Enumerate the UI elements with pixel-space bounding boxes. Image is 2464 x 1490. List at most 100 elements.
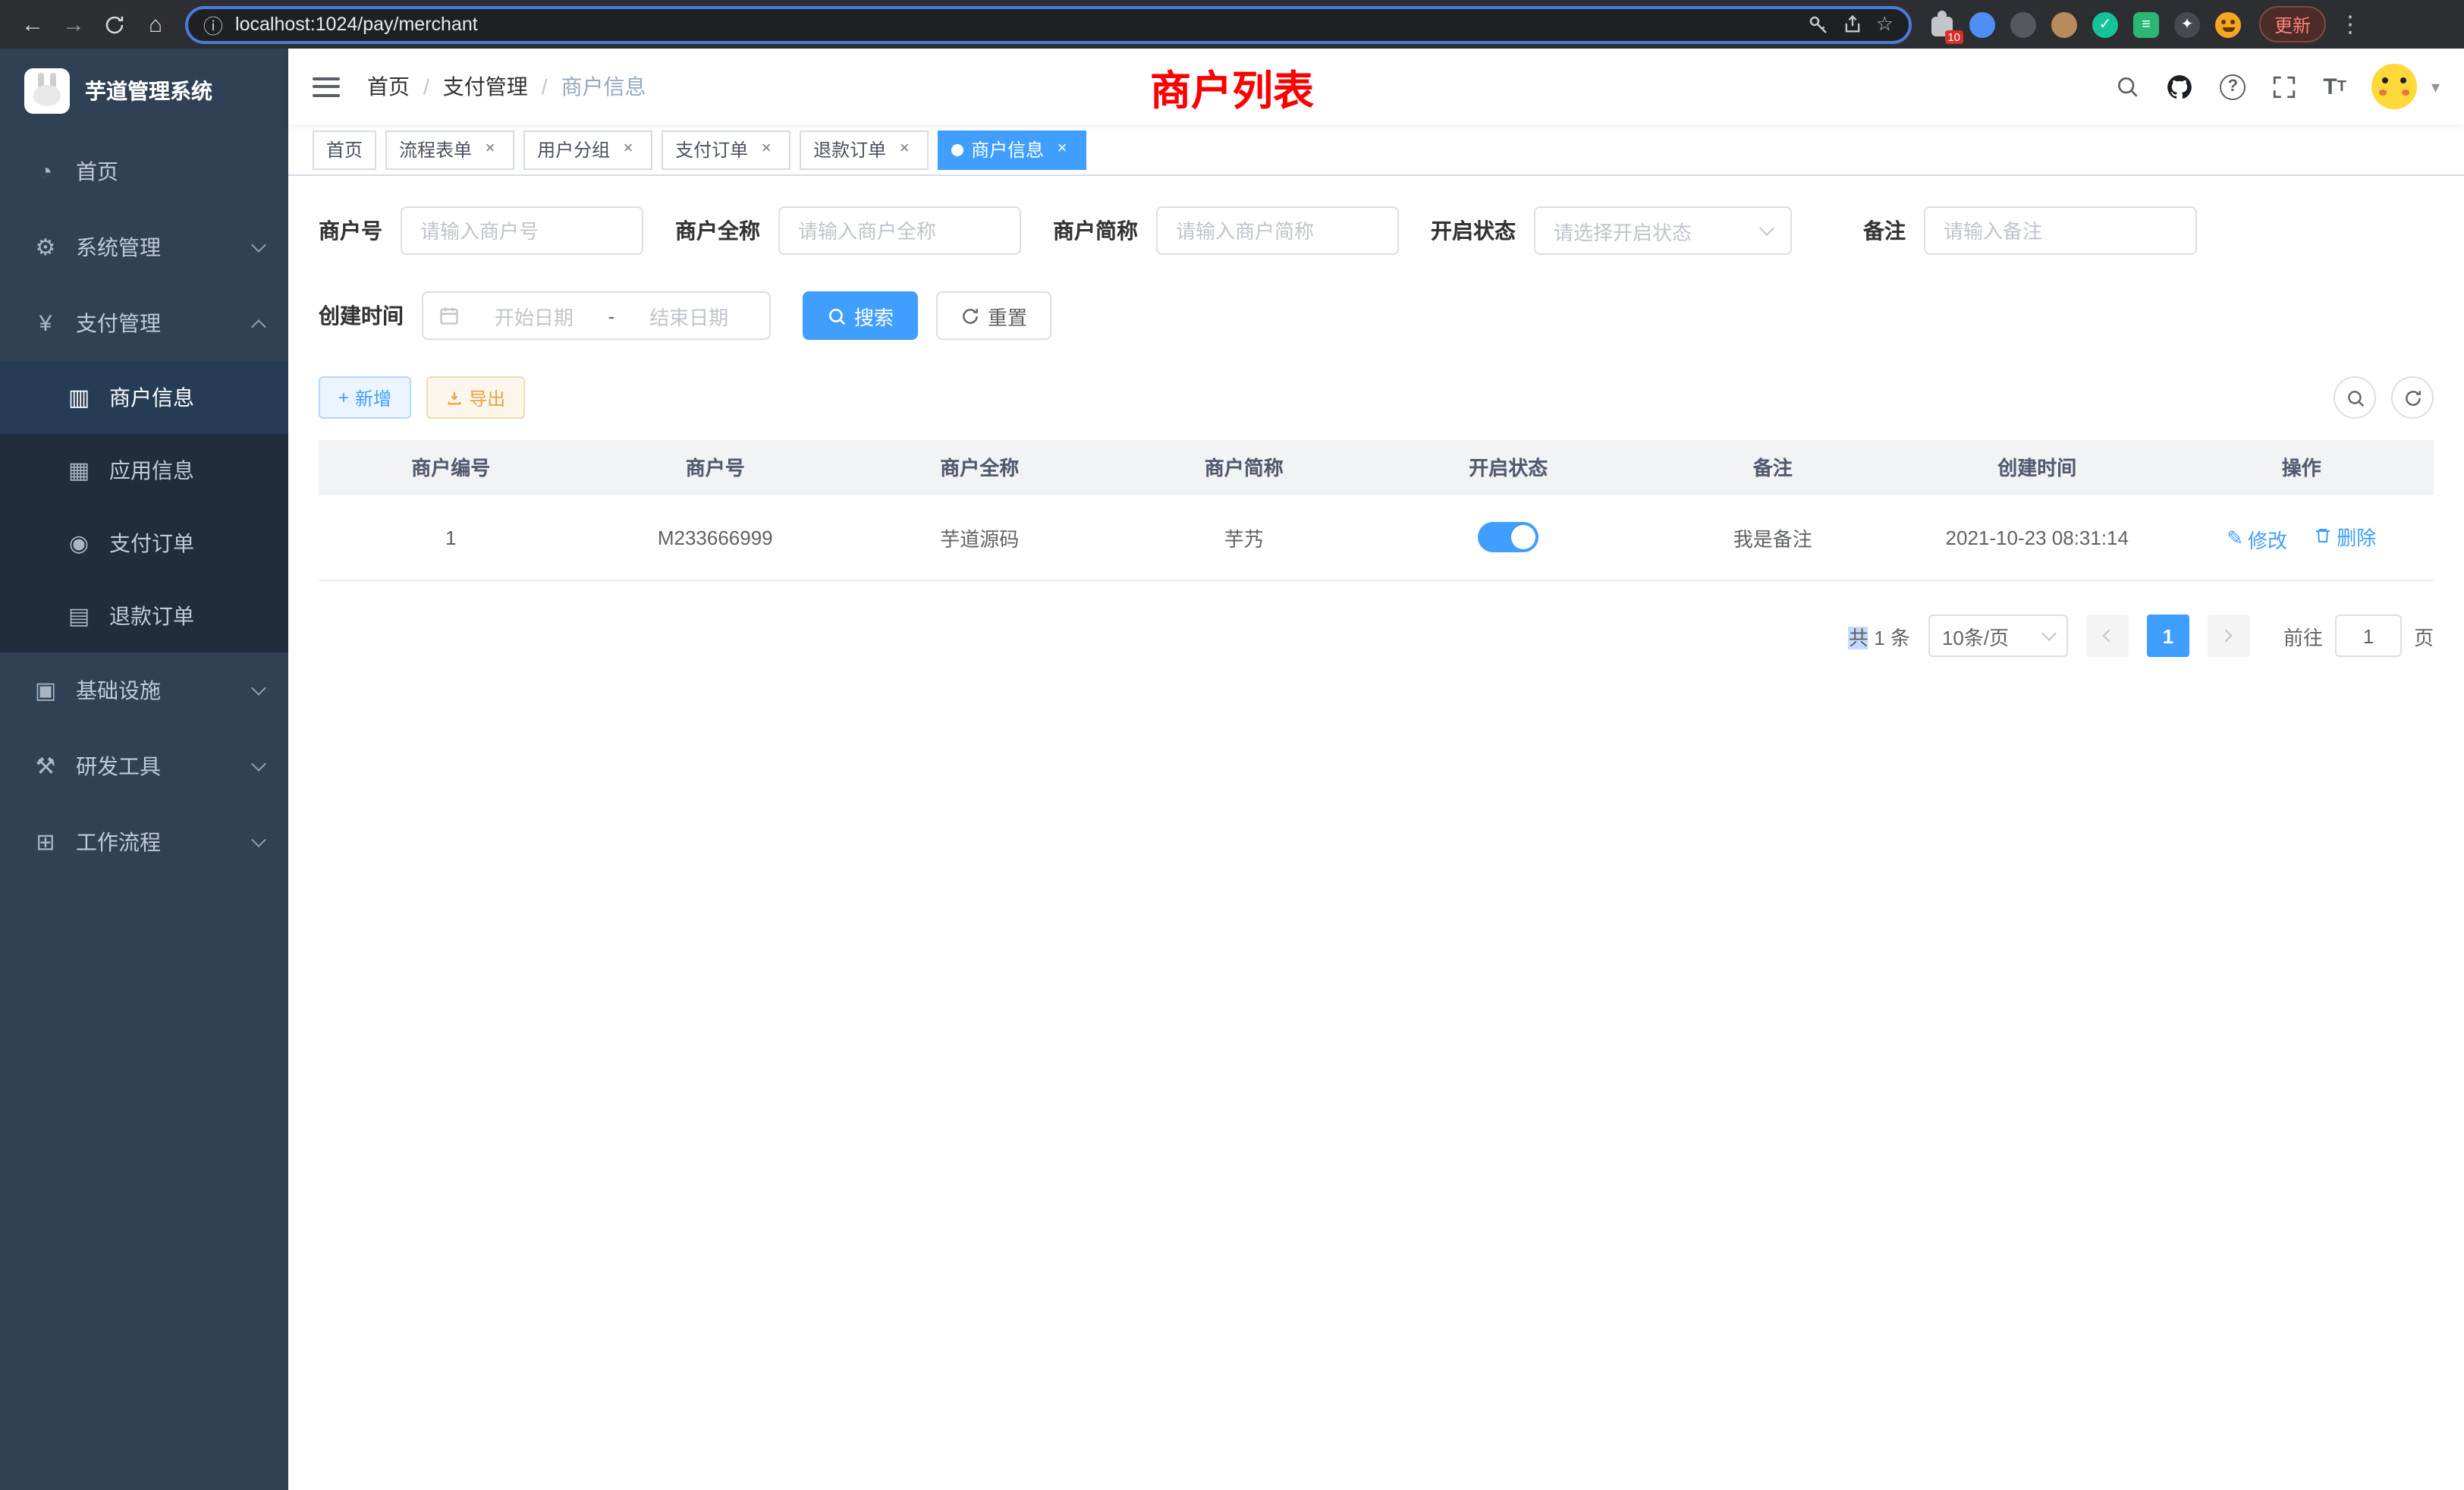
show-search-icon[interactable]	[2334, 376, 2376, 419]
sidebar-item-home[interactable]: ◔ 首页	[0, 134, 288, 209]
sidebar-item-refund-order[interactable]: ▤ 退款订单	[0, 580, 288, 652]
total-text: 共 1 条	[1849, 621, 1910, 650]
sidebar-item-system[interactable]: ⚙ 系统管理	[0, 209, 288, 285]
prev-page-button[interactable]	[2086, 615, 2129, 657]
page-content: 商户号 商户全称 商户简称 开启状态 请选择开启状态	[288, 176, 2464, 657]
next-page-button[interactable]	[2208, 615, 2250, 657]
extension-pinwheel-icon[interactable]: ✦	[2174, 11, 2200, 37]
filter-create-time: 创建时间 开始日期 - 结束日期	[319, 291, 771, 340]
reset-button[interactable]: 重置	[936, 291, 1051, 340]
status-select[interactable]: 请选择开启状态	[1534, 206, 1792, 255]
extensions-puzzle-icon[interactable]: 10	[1930, 11, 1954, 37]
tab-close-icon[interactable]: ×	[479, 139, 501, 160]
short-name-input[interactable]	[1156, 206, 1399, 255]
tab-close-icon[interactable]: ×	[1051, 139, 1073, 160]
tab-close-icon[interactable]: ×	[894, 139, 915, 160]
font-size-icon[interactable]: TT	[2323, 74, 2346, 99]
sidebar-item-label: 应用信息	[109, 455, 194, 486]
status-toggle[interactable]	[1478, 522, 1538, 552]
add-button[interactable]: + 新增	[319, 376, 411, 419]
edit-icon: ✎	[2227, 527, 2243, 551]
sidebar-item-infra[interactable]: ▣ 基础设施	[0, 652, 288, 728]
tab-close-icon[interactable]: ×	[756, 139, 777, 160]
refresh-icon[interactable]	[2391, 376, 2434, 419]
tab-process-form[interactable]: 流程表单 ×	[385, 130, 514, 169]
site-info-icon[interactable]: ⓘ	[203, 10, 223, 39]
tab-merchant-info[interactable]: 商户信息 ×	[938, 130, 1086, 169]
annotation-title: 商户列表	[1150, 58, 1314, 117]
password-key-icon[interactable]	[1808, 13, 1831, 36]
tab-home[interactable]: 首页	[313, 130, 376, 169]
export-button[interactable]: 导出	[426, 376, 525, 419]
fullscreen-icon[interactable]	[2271, 74, 2297, 99]
extension-dark-circle-icon[interactable]	[2010, 11, 2036, 37]
browser-reload-icon[interactable]	[94, 5, 135, 44]
tab-user-group[interactable]: 用户分组 ×	[523, 130, 652, 169]
delete-link[interactable]: 删除	[2314, 521, 2376, 550]
end-date-placeholder[interactable]: 结束日期	[624, 301, 754, 330]
select-placeholder: 请选择开启状态	[1554, 216, 1692, 245]
grid-icon: ▦	[64, 457, 94, 484]
avatar[interactable]	[2372, 64, 2418, 109]
browser-menu-icon[interactable]: ⋮	[2338, 11, 2362, 38]
tab-close-icon[interactable]: ×	[618, 139, 639, 160]
toolbar-row: + 新增 导出	[319, 376, 2434, 419]
github-icon[interactable]	[2165, 72, 2194, 101]
filter-label: 开启状态	[1431, 215, 1516, 246]
browser-home-icon[interactable]: ⌂	[135, 5, 176, 44]
extensions-badge: 10	[1944, 30, 1963, 43]
address-bar[interactable]: ⓘ localhost:1024/pay/merchant ☆	[185, 5, 1912, 43]
sidebar-item-workflow[interactable]: ⊞ 工作流程	[0, 804, 288, 880]
browser-update-button[interactable]: 更新	[2259, 6, 2326, 42]
app-logo-row[interactable]: 芋道管理系统	[0, 49, 288, 134]
date-range-picker[interactable]: 开始日期 - 结束日期	[422, 291, 771, 340]
chevron-down-icon	[1759, 220, 1774, 235]
filter-label: 商户号	[319, 215, 382, 246]
sidebar-item-label: 退款订单	[109, 601, 194, 631]
merchant-no-input[interactable]	[401, 206, 643, 255]
avatar-caret-icon[interactable]: ▾	[2431, 77, 2440, 96]
target-icon: ◉	[64, 530, 94, 557]
start-date-placeholder[interactable]: 开始日期	[469, 301, 599, 330]
remark-input[interactable]	[1924, 206, 2197, 255]
sidebar-item-label: 支付管理	[76, 308, 161, 338]
help-icon[interactable]: ?	[2220, 74, 2246, 99]
col-header: 开启状态	[1376, 452, 1641, 481]
edit-link[interactable]: ✎ 修改	[2227, 524, 2287, 553]
extension-icons: 10 ✓ ≡ ✦	[1930, 11, 2241, 37]
page-jumper: 前往 页	[2283, 615, 2434, 657]
sidebar-item-merchant-info[interactable]: ▥ 商户信息	[0, 361, 288, 434]
share-icon[interactable]	[1843, 14, 1864, 35]
chevron-down-icon	[251, 680, 266, 695]
card-icon: ▥	[64, 384, 94, 411]
pagination: 共 1 条 10条/页 1 前往 页	[319, 615, 2434, 657]
sidebar-item-app-info[interactable]: ▦ 应用信息	[0, 434, 288, 507]
search-icon[interactable]	[2115, 74, 2139, 99]
bookmark-star-icon[interactable]: ☆	[1876, 12, 1894, 36]
full-name-input[interactable]	[778, 206, 1021, 255]
extension-emoji-icon[interactable]	[2215, 11, 2241, 37]
main-area: 首页 / 支付管理 / 商户信息 ? TT ▾	[288, 49, 2464, 1490]
trash-icon	[2314, 527, 2332, 545]
sidebar-item-payment[interactable]: ¥ 支付管理	[0, 285, 288, 361]
browser-back-icon[interactable]: ←	[12, 5, 53, 44]
search-button[interactable]: 搜索	[803, 291, 918, 340]
tab-refund-order[interactable]: 退款订单 ×	[800, 130, 929, 169]
sidebar-item-pay-order[interactable]: ◉ 支付订单	[0, 507, 288, 580]
yen-icon: ¥	[30, 310, 61, 336]
browser-forward-icon[interactable]: →	[53, 5, 94, 44]
extension-avatar-icon[interactable]	[2051, 11, 2077, 37]
extension-green-check-icon[interactable]: ✓	[2092, 11, 2118, 37]
hamburger-icon[interactable]	[313, 77, 340, 96]
breadcrumb-payment[interactable]: 支付管理	[443, 71, 528, 102]
sidebar-item-devtools[interactable]: ⚒ 研发工具	[0, 728, 288, 804]
goto-page-input[interactable]	[2335, 615, 2402, 657]
extension-blue-icon[interactable]	[1969, 11, 1995, 37]
breadcrumb-home[interactable]: 首页	[367, 71, 410, 102]
tab-pay-order[interactable]: 支付订单 ×	[662, 130, 790, 169]
url-text[interactable]: localhost:1024/pay/merchant	[235, 14, 1796, 35]
page-1-button[interactable]: 1	[2147, 615, 2189, 657]
filter-row-1: 商户号 商户全称 商户简称 开启状态 请选择开启状态	[319, 206, 2434, 255]
page-size-select[interactable]: 10条/页	[1928, 615, 2068, 657]
extension-green-notes-icon[interactable]: ≡	[2133, 11, 2159, 37]
